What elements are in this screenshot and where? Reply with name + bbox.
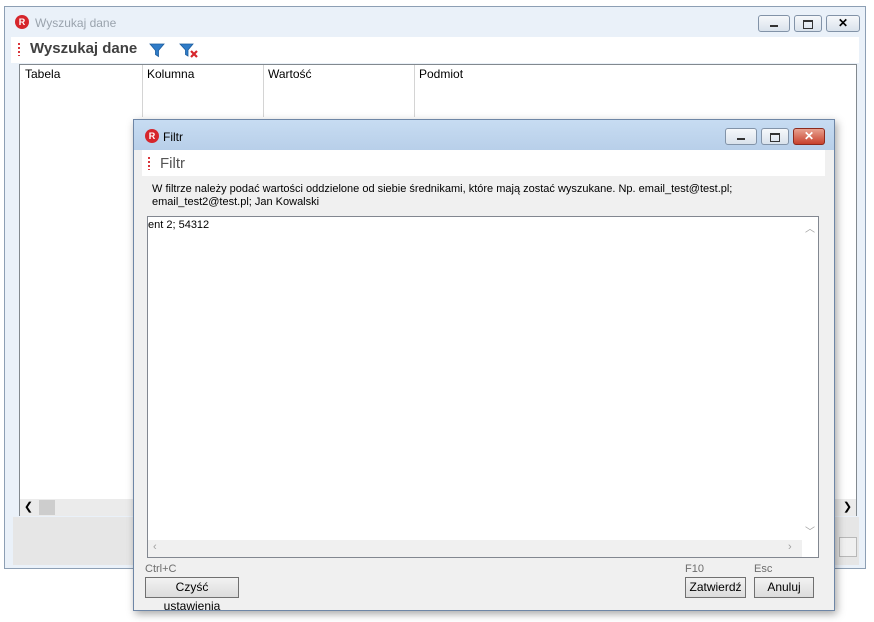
hidden-button[interactable] [839, 537, 857, 557]
textarea-hscrollbar[interactable]: ‹ › [148, 540, 802, 557]
scroll-up-arrow-icon[interactable]: ︿ [805, 220, 815, 235]
close-icon: ✕ [837, 16, 849, 30]
close-button[interactable]: ✕ [826, 15, 860, 32]
minimize-icon [737, 138, 745, 140]
clear-settings-button[interactable]: Czyść ustawienia [145, 577, 239, 613]
dialog-maximize-button[interactable] [761, 128, 789, 145]
maximize-icon [770, 133, 780, 142]
cancel-button[interactable]: Anuluj [754, 577, 814, 598]
main-titlebar[interactable]: R Wyszukaj dane ✕ [5, 7, 865, 37]
dialog-minimize-button[interactable] [725, 128, 757, 145]
app-logo-icon: R [145, 129, 159, 143]
maximize-icon [803, 20, 813, 29]
column-header-kolumna[interactable]: Kolumna [142, 65, 263, 87]
clear-shortcut-hint: Ctrl+C [145, 563, 177, 575]
cancel-shortcut-hint: Esc [754, 563, 773, 575]
scroll-right-arrow-icon[interactable]: › [788, 541, 792, 553]
dialog-header: Filtr [142, 150, 825, 176]
scroll-left-arrow-icon[interactable]: ‹ [153, 541, 157, 553]
clear-filter-icon [179, 43, 198, 58]
minimize-button[interactable] [758, 15, 790, 32]
confirm-shortcut-hint: F10 [685, 563, 704, 575]
toolbar-title: Wyszukaj dane [30, 40, 138, 57]
scroll-thumb[interactable] [39, 500, 55, 515]
app-logo-icon: R [15, 15, 29, 29]
filter-values-textarea[interactable]: ent 2; 54312 ︿ ﹀ ‹ › [147, 216, 819, 558]
instruction-line-1: W filtrze należy podać wartości oddzielo… [152, 183, 733, 195]
instruction-line-2: email_test2@test.pl; Jan Kowalski [152, 196, 320, 208]
close-icon: ✕ [803, 129, 815, 143]
dialog-header-title: Filtr [160, 155, 185, 172]
scroll-down-arrow-icon[interactable]: ﹀ [805, 523, 815, 538]
filter-input-text: ent 2; 54312 [148, 219, 210, 231]
confirm-button[interactable]: Zatwierdź [685, 577, 746, 598]
filter-button[interactable] [148, 41, 166, 59]
column-header-tabela[interactable]: Tabela [20, 65, 142, 87]
main-window-title: Wyszukaj dane [35, 16, 117, 30]
dialog-close-button[interactable]: ✕ [793, 128, 825, 145]
clear-filter-button[interactable] [179, 41, 199, 59]
dialog-titlebar[interactable]: R Filtr ✕ [134, 120, 834, 150]
filter-icon [149, 43, 165, 58]
column-header-wartosc[interactable]: Wartość [263, 65, 414, 87]
scroll-left-arrow-icon[interactable]: ❮ [20, 499, 37, 516]
column-header-podmiot[interactable]: Podmiot [414, 65, 614, 87]
instruction-text: W filtrze należy podać wartości oddzielo… [152, 183, 732, 209]
drag-handle-icon [18, 42, 20, 56]
minimize-icon [770, 25, 778, 27]
main-toolbar: Wyszukaj dane [11, 37, 859, 63]
dialog-title: Filtr [163, 130, 183, 144]
scroll-right-arrow-icon[interactable]: ❯ [839, 499, 856, 516]
filter-dialog: R Filtr ✕ Filtr W filtrze należy podać w… [133, 119, 835, 613]
maximize-button[interactable] [794, 15, 822, 32]
drag-handle-icon [148, 156, 150, 170]
